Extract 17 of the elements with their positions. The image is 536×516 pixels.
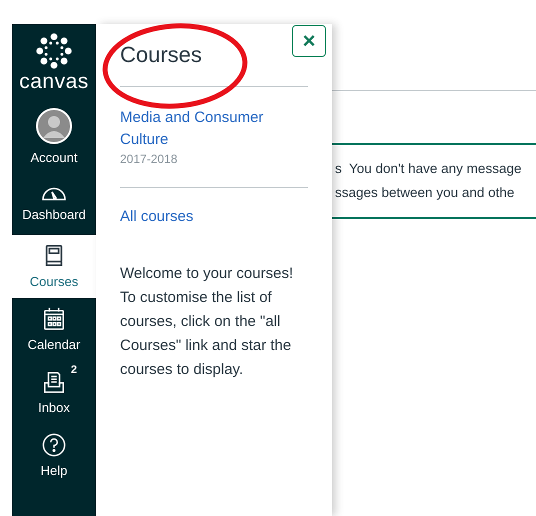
help-icon — [41, 433, 67, 457]
inbox-icon — [41, 370, 67, 394]
course-link[interactable]: Media and Consumer Culture — [120, 107, 308, 151]
tray-title: Courses — [120, 42, 202, 68]
welcome-message: Welcome to your courses! To customise the list of courses, click on the "all Courses" link and star the courses to display. — [120, 264, 294, 380]
calendar-icon — [41, 307, 67, 331]
logo-text: canvas — [19, 70, 89, 94]
unread-count: 2 — [70, 364, 77, 376]
all-courses-link[interactable]: All courses — [120, 208, 194, 225]
avatar-icon — [36, 108, 72, 144]
notice-text: s You don't have any message — [335, 160, 522, 178]
canvas-logo-icon — [35, 32, 73, 70]
notice-text: ssages between you and othe — [335, 184, 516, 202]
nav-item[interactable]: Courses — [12, 235, 96, 298]
speedometer-icon — [41, 186, 67, 200]
course-term: 2017-2018 — [120, 151, 178, 167]
close-button[interactable]: × — [292, 25, 326, 57]
